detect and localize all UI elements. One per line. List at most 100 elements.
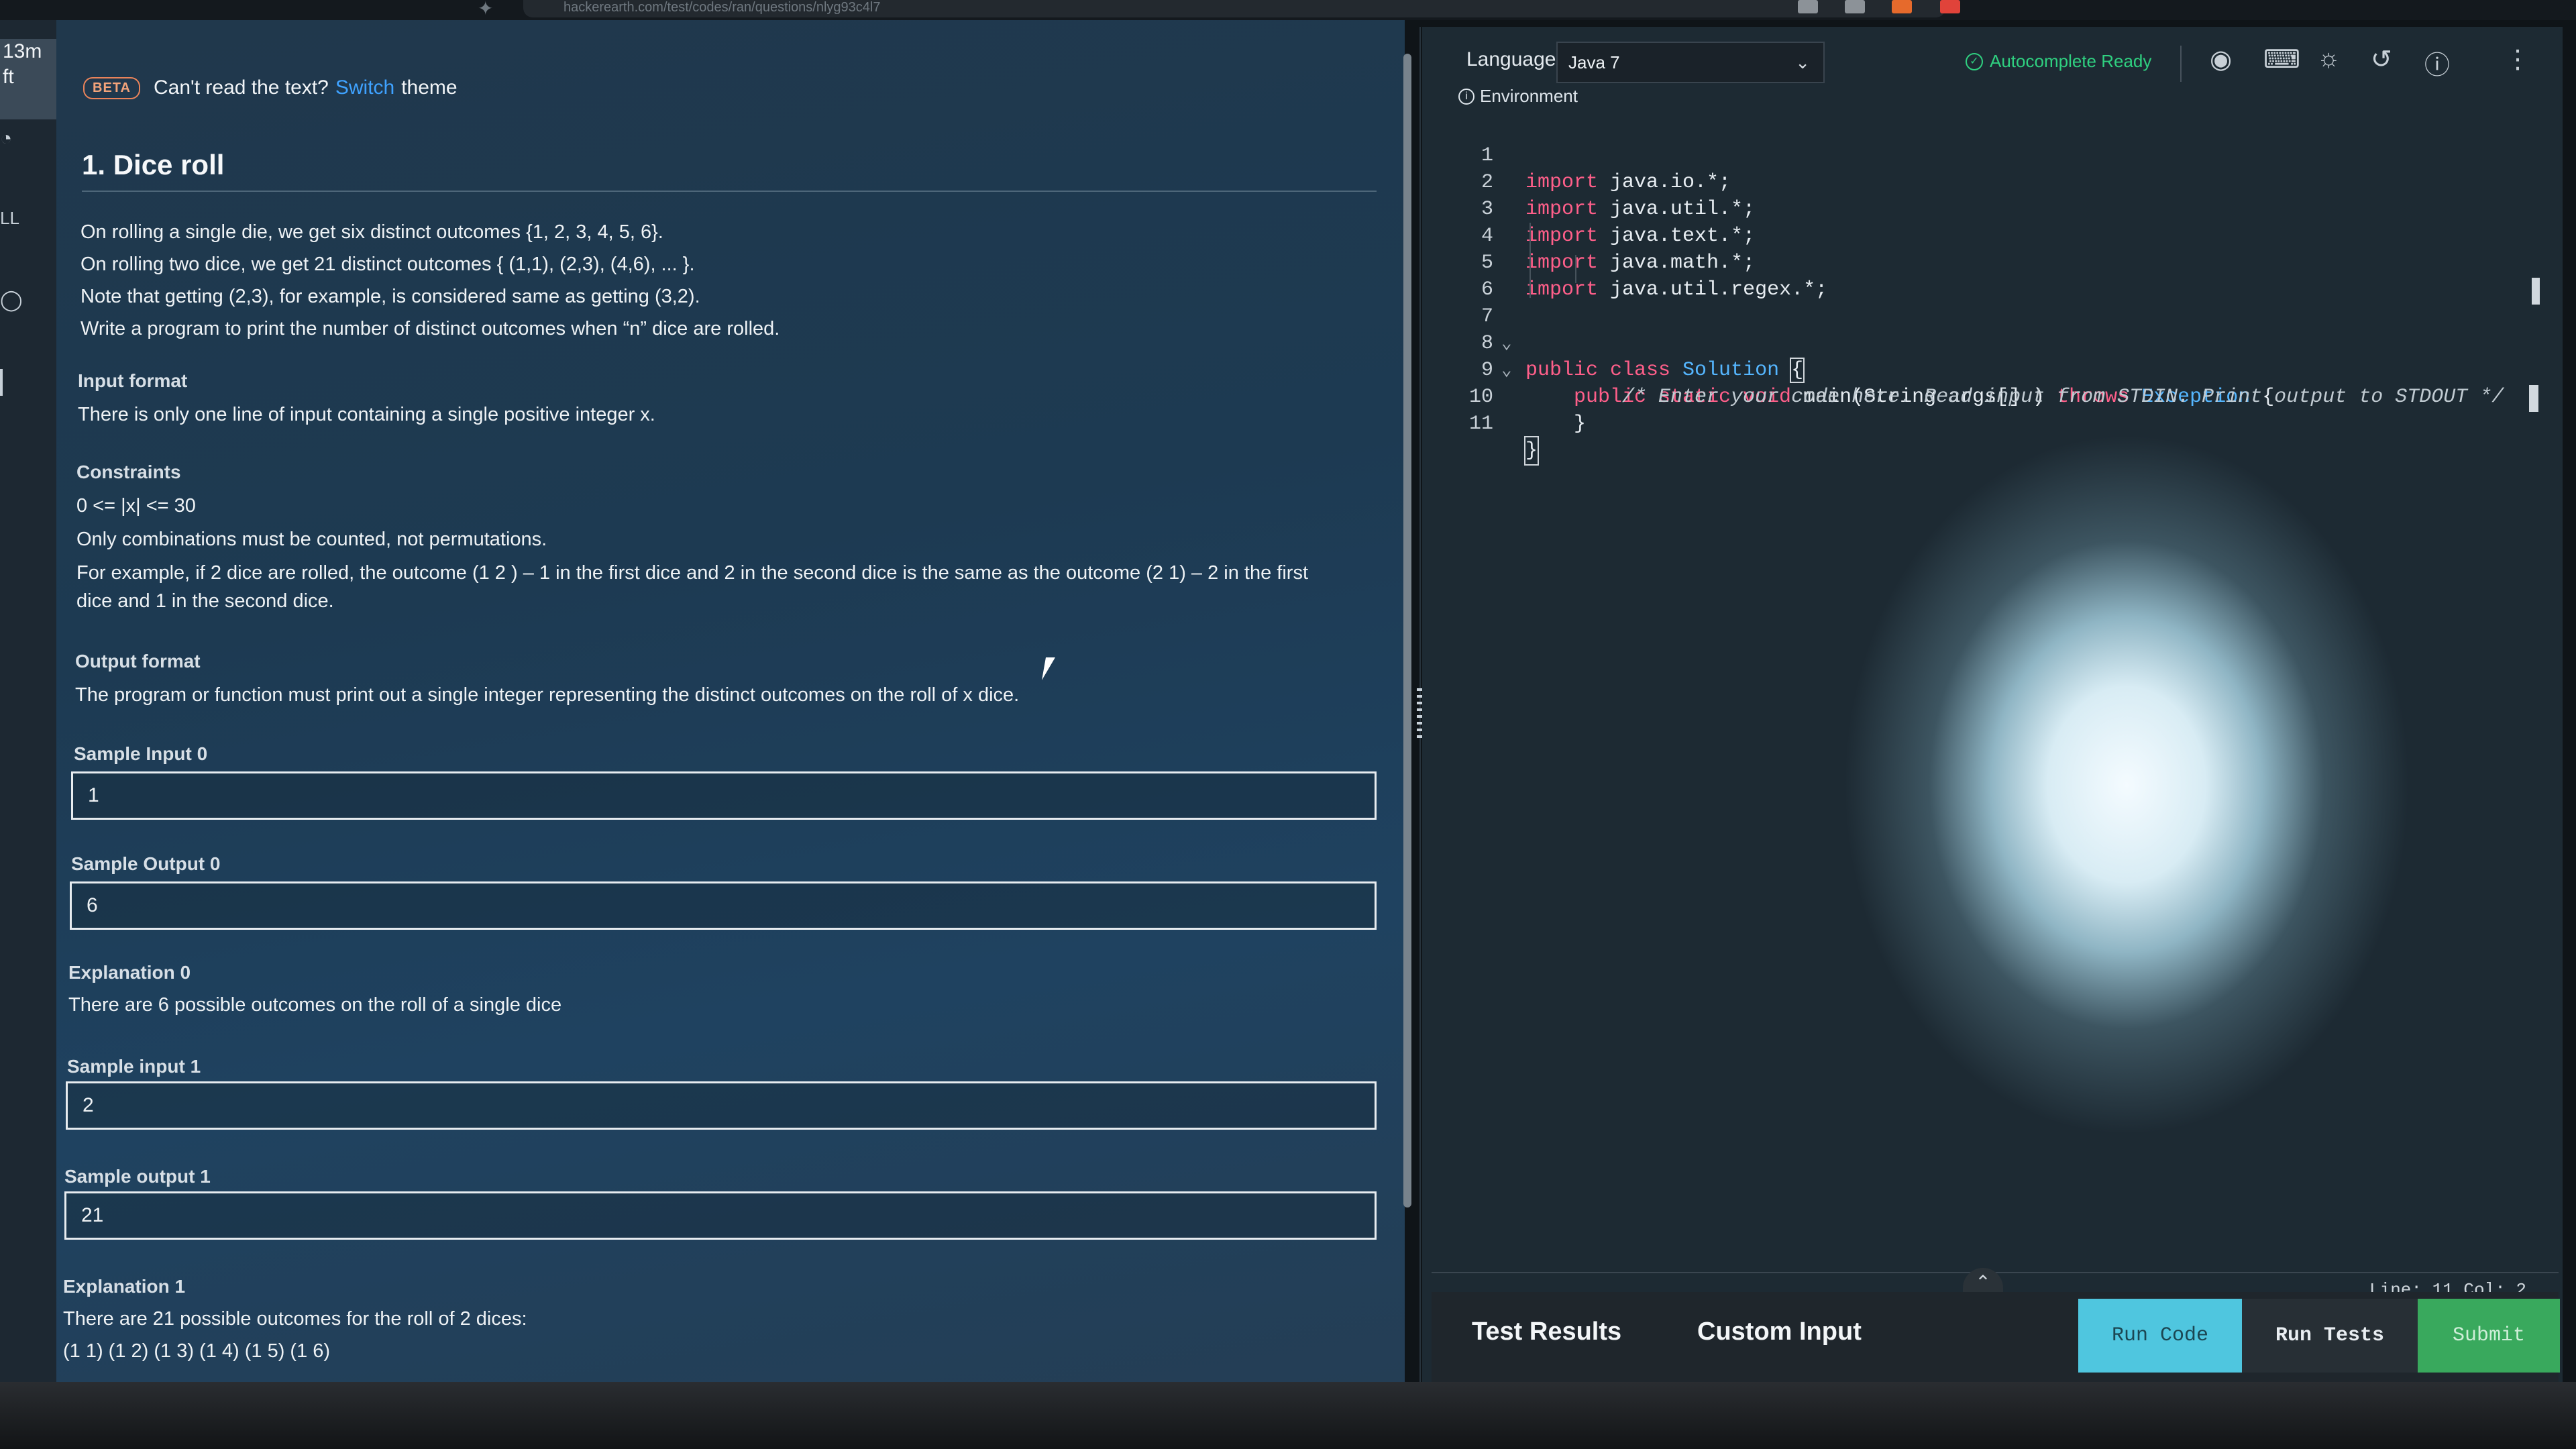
tab-custom-input[interactable]: Custom Input xyxy=(1697,1318,1862,1346)
environment-link[interactable]: i Environment xyxy=(1458,86,1578,107)
sample-output-0-box[interactable]: 6 xyxy=(70,881,1377,930)
sample-input-1-heading: Sample input 1 xyxy=(67,1056,201,1077)
editor-header: Language Java 7 ⌄ ✓ Autocomplete Ready ◉… xyxy=(1422,27,2563,114)
rail-label[interactable]: LL xyxy=(0,208,19,229)
description-line: Write a program to print the number of d… xyxy=(80,318,780,339)
sample-output-1-heading: Sample output 1 xyxy=(64,1166,211,1187)
keyword: import xyxy=(1525,171,1599,194)
code-text: java.math.*; xyxy=(1598,252,1756,274)
explanation-0-text: There are 6 possible outcomes on the rol… xyxy=(68,994,562,1016)
timer: 13m ft xyxy=(0,39,56,119)
timer-value: 13m xyxy=(3,40,42,62)
language-label: Language xyxy=(1466,48,1556,70)
constraint-line: Only combinations must be counted, not p… xyxy=(76,529,547,550)
code-line: 5 import java.util.regex.*; xyxy=(1432,223,1827,301)
sample-output-1-box[interactable]: 21 xyxy=(64,1191,1377,1240)
autocomplete-status: ✓ Autocomplete Ready xyxy=(1966,51,2151,72)
problem-scrollbar[interactable] xyxy=(1403,54,1411,1208)
switch-theme-link[interactable]: Switch xyxy=(335,76,394,99)
code-text: java.io.*; xyxy=(1598,171,1731,194)
clock-icon[interactable]: ◯ xyxy=(0,288,23,312)
code-line: 11 } xyxy=(1432,384,1540,466)
history-icon[interactable]: ↺ xyxy=(2371,44,2392,74)
keyword: public class xyxy=(1525,359,1671,382)
beta-badge: BETA xyxy=(83,76,140,99)
extension-icon[interactable] xyxy=(1798,0,1818,13)
help-icon[interactable]: ⓘ xyxy=(2424,44,2450,81)
address-bar[interactable]: hackerearth.com/test/codes/ran/questions… xyxy=(523,0,1945,17)
star-icon[interactable]: ✦ xyxy=(478,0,493,19)
code-line: 1 import java.io.*; xyxy=(1432,115,1731,194)
theme-banner: BETA Can't read the text? Switch theme xyxy=(83,76,458,99)
code-area[interactable]: 1 import java.io.*; 2 import java.util.*… xyxy=(1432,115,2552,1269)
run-tests-button[interactable]: Run Tests xyxy=(2242,1299,2418,1373)
constraint-line: 0 <= |x| <= 30 xyxy=(76,495,196,517)
problem-panel: BETA Can't read the text? Switch theme 1… xyxy=(56,20,1405,1382)
environment-label: Environment xyxy=(1480,86,1578,106)
divider xyxy=(82,191,1377,192)
editor-scrollbar-thumb[interactable] xyxy=(2529,385,2538,412)
run-code-button[interactable]: Run Code xyxy=(2078,1299,2242,1373)
keyboard-icon[interactable]: ⌨ xyxy=(2263,44,2300,74)
code-line: 6 xyxy=(1432,250,1504,301)
description-line: On rolling a single die, we get six dist… xyxy=(80,221,663,243)
code-line: 2 import java.util.*; xyxy=(1432,142,1755,221)
code-line: 10 } xyxy=(1432,357,1586,435)
url-text: hackerearth.com/test/codes/ran/questions… xyxy=(564,0,881,15)
tab-test-results[interactable]: Test Results xyxy=(1472,1318,1621,1346)
keyword: import xyxy=(1525,252,1599,274)
keyword: import xyxy=(1525,225,1599,248)
language-select[interactable]: Java 7 ⌄ xyxy=(1556,42,1825,83)
code-text: } xyxy=(1523,436,1540,466)
sample-output-0-heading: Sample Output 0 xyxy=(71,853,221,874)
code-line: 4 import java.math.*; xyxy=(1432,196,1755,274)
browser-toolbar: ✦ hackerearth.com/test/codes/ran/questio… xyxy=(0,0,2576,20)
explanation-1-list: (1 1) (1 2) (1 3) (1 4) (1 5) (1 6) xyxy=(63,1340,331,1362)
submit-button[interactable]: Submit xyxy=(2418,1299,2560,1373)
sample-input-0-box[interactable]: 1 xyxy=(71,771,1377,820)
code-line: 8 ⌄ public static void main(String args[… xyxy=(1432,303,2274,409)
class-name: Solution xyxy=(1670,359,1780,382)
line-number: 11 xyxy=(1468,413,1493,435)
monitor-bezel xyxy=(0,1382,2576,1449)
code-text: java.util.regex.*; xyxy=(1598,278,1828,301)
info-icon: i xyxy=(1458,88,1474,105)
code-line: 9 /* Enter your code here. Read input fr… xyxy=(1432,330,2504,409)
constraints-heading: Constraints xyxy=(76,462,181,482)
sample-input-1-box[interactable]: 2 xyxy=(66,1081,1377,1130)
description-line: Note that getting (2,3), for example, is… xyxy=(80,286,700,307)
code-text: } xyxy=(1525,413,1587,435)
sun-icon[interactable]: ☼ xyxy=(2317,44,2341,73)
output-format-text: The program or function must print out a… xyxy=(75,684,1020,706)
eye-icon[interactable]: ◉ xyxy=(2210,44,2232,74)
indent-guide xyxy=(1575,255,1576,283)
problem-title: 1. Dice roll xyxy=(82,149,225,180)
input-format-heading: Input format xyxy=(78,370,188,391)
explanation-1-text: There are 21 possible outcomes for the r… xyxy=(63,1308,527,1330)
extension-icon[interactable] xyxy=(1845,0,1865,13)
more-icon[interactable]: ⋮ xyxy=(2505,44,2530,74)
editor-scrollbar[interactable] xyxy=(2532,278,2540,305)
explanation-1-heading: Explanation 1 xyxy=(63,1276,186,1297)
code-line: 7 ⌄ public class Solution { xyxy=(1432,276,1805,383)
banner-text: Can't read the text? xyxy=(153,76,329,99)
run-bar: Test Results Custom Input Run Code Run T… xyxy=(1432,1292,2560,1395)
refresh-icon[interactable]: ◔ xyxy=(0,127,12,150)
code-editor-panel: Language Java 7 ⌄ ✓ Autocomplete Ready ◉… xyxy=(1422,27,2563,1395)
indent-guide xyxy=(1529,223,1531,298)
input-format-text: There is only one line of input containi… xyxy=(78,404,655,425)
keyword: import xyxy=(1525,198,1599,221)
code-text: java.text.*; xyxy=(1598,225,1756,248)
rewards-icon[interactable] xyxy=(1940,0,1960,13)
sample-input-0-heading: Sample Input 0 xyxy=(74,743,208,764)
language-value: Java 7 xyxy=(1568,52,1620,72)
constraint-line: dice and 1 in the second dice. xyxy=(76,590,334,612)
check-circle-icon: ✓ xyxy=(1966,52,1983,70)
brave-shield-icon[interactable] xyxy=(1892,0,1912,13)
description-line: On rolling two dice, we get 21 distinct … xyxy=(80,254,695,275)
output-format-heading: Output format xyxy=(75,651,201,672)
code-line: 3 import java.text.*; xyxy=(1432,169,1755,248)
code-comment: /* Enter your code here. Read input from… xyxy=(1525,386,2504,409)
constraint-line: For example, if 2 dice are rolled, the o… xyxy=(76,562,1309,584)
bracket: { xyxy=(1790,358,1805,383)
